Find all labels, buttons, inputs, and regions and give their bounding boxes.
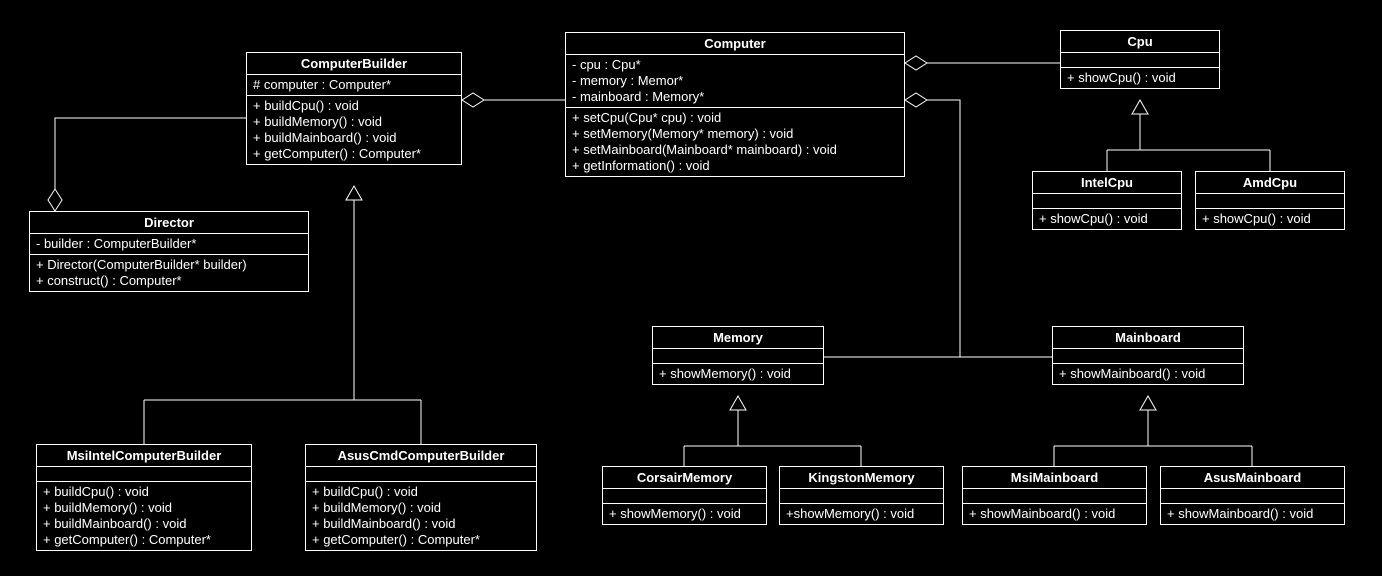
methods: + showCpu() : void <box>1196 209 1344 229</box>
attributes <box>306 467 536 482</box>
class-name: AsusMainboard <box>1161 467 1344 489</box>
diamond-icon <box>48 189 62 211</box>
class-MsiIntelComputerBuilder: MsiIntelComputerBuilder + buildCpu() : v… <box>36 444 252 551</box>
class-name: ComputerBuilder <box>247 53 461 75</box>
attributes <box>1033 194 1181 209</box>
class-AmdCpu: AmdCpu + showCpu() : void <box>1195 171 1345 230</box>
methods: + showMainboard() : void <box>963 504 1146 524</box>
attributes <box>603 489 766 504</box>
methods: + showMainboard() : void <box>1161 504 1344 524</box>
class-name: MsiMainboard <box>963 467 1146 489</box>
triangle-icon <box>1132 100 1148 114</box>
methods: + showMemory() : void <box>603 504 766 524</box>
diamond-icon <box>905 93 927 107</box>
rel-director-builder <box>55 118 246 211</box>
triangle-icon <box>730 396 746 410</box>
class-name: AsusCmdComputerBuilder <box>306 445 536 467</box>
class-Memory: Memory + showMemory() : void <box>652 326 824 385</box>
attributes <box>780 489 943 504</box>
class-AsusCmdComputerBuilder: AsusCmdComputerBuilder + buildCpu() : vo… <box>305 444 537 551</box>
methods: + Director(ComputerBuilder* builder) + c… <box>30 255 308 291</box>
class-name: AmdCpu <box>1196 172 1344 194</box>
class-Computer: Computer - cpu : Cpu* - memory : Memor* … <box>565 32 905 177</box>
methods: +showMemory() : void <box>780 504 943 524</box>
triangle-icon <box>346 186 362 200</box>
methods: + showCpu() : void <box>1061 68 1219 88</box>
class-name: MsiIntelComputerBuilder <box>37 445 251 467</box>
class-name: Director <box>30 212 308 234</box>
methods: + setCpu(Cpu* cpu) : void + setMemory(Me… <box>566 108 904 176</box>
class-Mainboard: Mainboard + showMainboard() : void <box>1052 326 1244 385</box>
attributes: # computer : Computer* <box>247 75 461 96</box>
diamond-icon <box>462 93 484 107</box>
class-CorsairMemory: CorsairMemory + showMemory() : void <box>602 466 767 525</box>
diamond-icon <box>905 56 927 70</box>
class-Director: Director - builder : ComputerBuilder* + … <box>29 211 309 292</box>
methods: + showMemory() : void <box>653 364 823 384</box>
methods: + showMainboard() : void <box>1053 364 1243 384</box>
attributes <box>1196 194 1344 209</box>
methods: + buildCpu() : void + buildMemory() : vo… <box>247 96 461 164</box>
class-name: Computer <box>566 33 904 55</box>
class-name: IntelCpu <box>1033 172 1181 194</box>
methods: + showCpu() : void <box>1033 209 1181 229</box>
rel-computer-branch <box>927 100 960 357</box>
class-name: KingstonMemory <box>780 467 943 489</box>
attributes <box>963 489 1146 504</box>
class-IntelCpu: IntelCpu + showCpu() : void <box>1032 171 1182 230</box>
attributes <box>1061 53 1219 68</box>
uml-canvas: { "classes": { "ComputerBuilder": { "nam… <box>0 0 1382 576</box>
attributes <box>653 349 823 364</box>
attributes <box>1053 349 1243 364</box>
class-AsusMainboard: AsusMainboard + showMainboard() : void <box>1160 466 1345 525</box>
attributes: - builder : ComputerBuilder* <box>30 234 308 255</box>
class-ComputerBuilder: ComputerBuilder # computer : Computer* +… <box>246 52 462 165</box>
triangle-icon <box>1140 396 1156 410</box>
class-name: Memory <box>653 327 823 349</box>
attributes: - cpu : Cpu* - memory : Memor* - mainboa… <box>566 55 904 108</box>
attributes <box>37 467 251 482</box>
class-name: Mainboard <box>1053 327 1243 349</box>
class-KingstonMemory: KingstonMemory +showMemory() : void <box>779 466 944 525</box>
class-name: Cpu <box>1061 31 1219 53</box>
class-Cpu: Cpu + showCpu() : void <box>1060 30 1220 89</box>
methods: + buildCpu() : void + buildMemory() : vo… <box>306 482 536 550</box>
class-name: CorsairMemory <box>603 467 766 489</box>
methods: + buildCpu() : void + buildMemory() : vo… <box>37 482 251 550</box>
attributes <box>1161 489 1344 504</box>
class-MsiMainboard: MsiMainboard + showMainboard() : void <box>962 466 1147 525</box>
